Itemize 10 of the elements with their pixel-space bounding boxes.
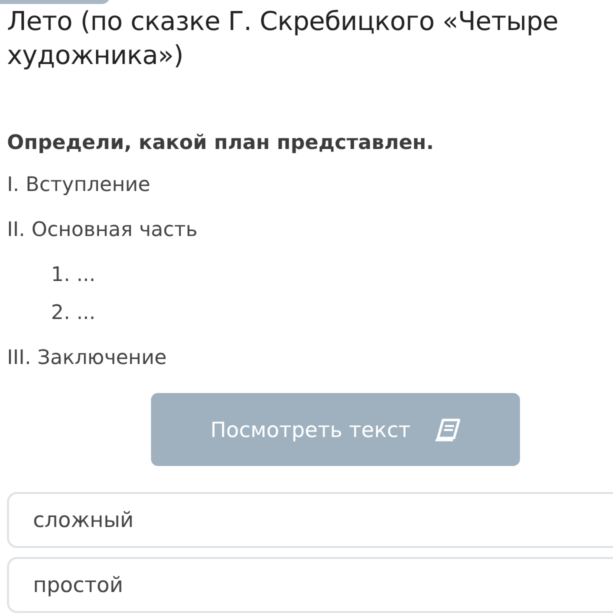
page-title: Лето (по сказке Г. Скребицкого «Четыре художника») (7, 6, 560, 73)
plan-item: III. Заключение (7, 344, 168, 370)
plan-item: 2. ... (51, 299, 97, 325)
plan-item: I. Вступление (7, 171, 152, 197)
answer-option[interactable]: простой (7, 557, 613, 613)
question-text: Определи, какой план представлен. (6, 130, 435, 154)
answer-option[interactable]: сложный (7, 492, 613, 548)
plan-item: 1. ... (51, 261, 97, 287)
plan-item: II. Основная часть (7, 216, 199, 242)
book-icon (434, 418, 461, 442)
